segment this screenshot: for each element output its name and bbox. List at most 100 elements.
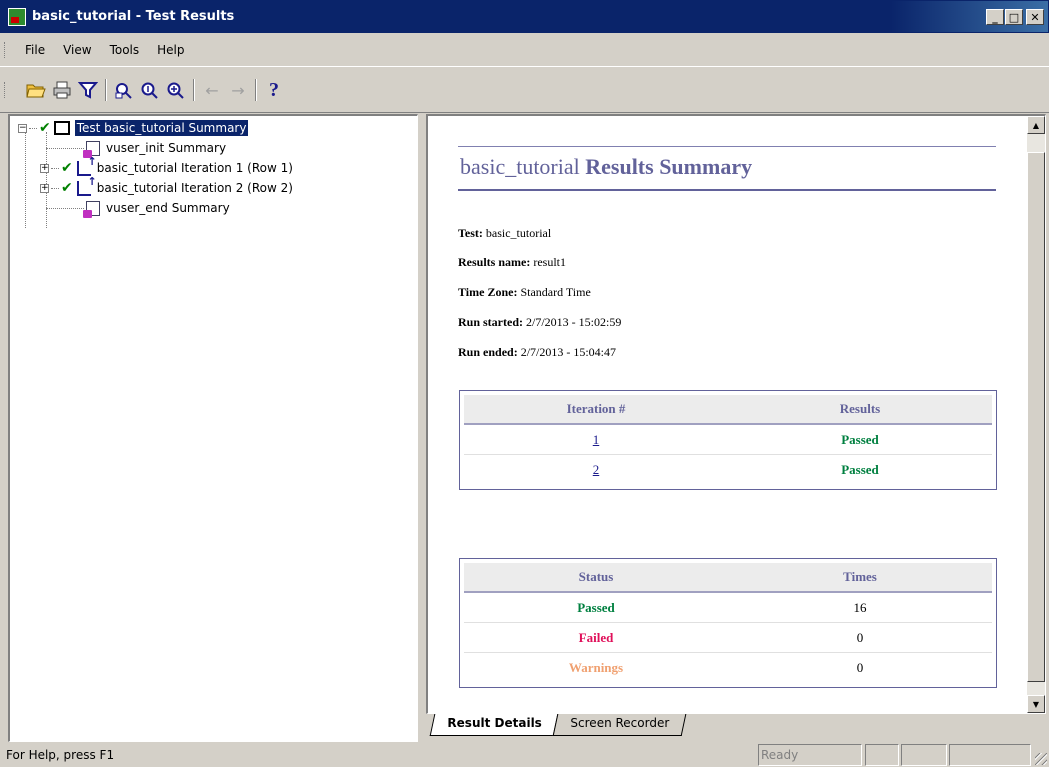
status-count: 16 [853, 599, 867, 615]
title-bar[interactable]: basic_tutorial - Test Results _ □ ✕ [0, 0, 1049, 33]
info-time-zone: Time Zone: Standard Time [458, 285, 591, 300]
toolbar-separator [255, 79, 257, 101]
table-row: Passed 16 [464, 593, 992, 623]
tree-node-iteration-1[interactable]: + ✔ basic_tutorial Iteration 1 (Row 1) [40, 155, 293, 178]
test-summary-icon [53, 120, 71, 136]
info-value: 2/7/2013 - 15:02:59 [526, 315, 622, 329]
tab-screen-recorder[interactable]: Screen Recorder [553, 714, 687, 736]
forward-arrow-icon[interactable]: → [226, 78, 250, 102]
zoom-in-icon[interactable] [138, 78, 162, 102]
status-indicator [865, 744, 899, 766]
minimize-button[interactable]: _ [986, 9, 1004, 25]
tab-strip: Result Details Screen Recorder [426, 714, 1046, 740]
menu-file[interactable]: File [16, 43, 54, 57]
info-results-name: Results name: result1 [458, 255, 566, 270]
table-row: 1 Passed [464, 425, 992, 455]
scroll-thumb[interactable] [1027, 152, 1045, 682]
tree-connector [25, 132, 26, 228]
results-summary-report: basic_tutorial Results Summary Test: bas… [428, 116, 1026, 713]
iterations-table: Iteration # Results 1 Passed 2 Passed [459, 390, 997, 490]
tab-result-details[interactable]: Result Details [429, 714, 559, 736]
iteration-result: Passed [841, 462, 879, 477]
app-icon [8, 7, 26, 26]
tab-label: Result Details [447, 716, 542, 730]
back-arrow-icon[interactable]: ← [200, 78, 224, 102]
info-value: 2/7/2013 - 15:04:47 [520, 345, 617, 359]
scroll-up-button[interactable]: ▲ [1027, 116, 1045, 134]
status-warnings: Warnings [568, 660, 624, 675]
iteration-1-link[interactable]: 1 [593, 432, 600, 447]
tree-connector [46, 147, 84, 149]
tree-connector [51, 187, 59, 189]
status-indicator [901, 744, 947, 766]
menu-bar: File View Tools Help [0, 33, 1049, 67]
menu-help[interactable]: Help [148, 43, 193, 57]
tree-connector [29, 127, 37, 129]
report-title: basic_tutorial Results Summary [460, 154, 752, 180]
tree-root-label: Test basic_tutorial Summary [73, 119, 250, 137]
tree-pane[interactable]: − ✔ Test basic_tutorial Summary vuser_in… [8, 114, 418, 742]
info-run-ended: Run ended: 2/7/2013 - 15:04:47 [458, 345, 616, 360]
menu-grip[interactable] [4, 41, 7, 58]
status-state: Ready [758, 744, 862, 766]
passed-check-icon: ✔ [39, 120, 51, 136]
info-label: Test: [458, 226, 483, 240]
close-button[interactable]: ✕ [1026, 9, 1044, 25]
open-folder-icon[interactable] [24, 78, 48, 102]
info-label: Run started: [458, 315, 523, 329]
status-table: Status Times Passed 16 Failed 0 Warnings… [459, 558, 997, 688]
find-icon[interactable] [112, 78, 136, 102]
table-row: Failed 0 [464, 623, 992, 653]
window-title: basic_tutorial - Test Results [32, 9, 235, 24]
collapse-toggle[interactable]: − [18, 123, 27, 133]
tree-node-vuser-end[interactable]: vuser_end Summary [46, 198, 230, 218]
iteration-icon [75, 175, 97, 196]
status-count: 0 [856, 660, 864, 675]
toolbar-separator [105, 79, 107, 101]
table-row: Warnings 0 [464, 653, 992, 683]
info-test: Test: basic_tutorial [458, 226, 551, 241]
report-title-heading: Results Summary [585, 154, 753, 179]
menu-view[interactable]: View [54, 43, 100, 57]
passed-check-icon: ✔ [61, 160, 73, 176]
expand-toggle[interactable]: + [40, 183, 49, 193]
info-value: result1 [533, 255, 566, 269]
tree-node-label: vuser_init Summary [106, 141, 227, 155]
resize-grip[interactable] [1035, 753, 1047, 765]
report-pane[interactable]: basic_tutorial Results Summary Test: bas… [426, 114, 1046, 714]
tree-connector [51, 167, 59, 169]
iteration-result: Passed [841, 431, 879, 447]
info-label: Time Zone: [458, 285, 518, 299]
maximize-button[interactable]: □ [1005, 9, 1023, 25]
tree-root-node[interactable]: − ✔ Test basic_tutorial Summary [18, 118, 250, 138]
table-row: 2 Passed [464, 455, 992, 485]
iteration-2-link[interactable]: 2 [593, 462, 600, 477]
status-failed: Failed [578, 629, 614, 645]
print-icon[interactable] [50, 78, 74, 102]
toolbar-grip[interactable] [4, 82, 7, 98]
tree-node-vuser-init[interactable]: vuser_init Summary [46, 138, 226, 158]
divider [458, 146, 996, 147]
filter-icon[interactable] [76, 78, 100, 102]
vertical-scrollbar[interactable]: ▲ ▼ [1027, 116, 1045, 713]
info-value: basic_tutorial [485, 226, 552, 240]
status-help-text: For Help, press F1 [6, 748, 115, 762]
info-value: Standard Time [520, 285, 591, 299]
table-header: Status Times [464, 563, 992, 593]
scroll-down-button[interactable]: ▼ [1027, 695, 1045, 713]
expand-toggle[interactable]: + [40, 163, 49, 173]
action-summary-icon [83, 200, 102, 218]
zoom-out-icon[interactable] [164, 78, 188, 102]
tree-node-iteration-2[interactable]: + ✔ basic_tutorial Iteration 2 (Row 2) [40, 175, 293, 198]
column-header: Status [578, 569, 614, 584]
tree-node-label: vuser_end Summary [106, 201, 230, 215]
status-passed: Passed [577, 599, 615, 615]
menu-tools[interactable]: Tools [101, 43, 149, 57]
toolbar: ← → ? [0, 68, 1049, 113]
info-label: Results name: [458, 255, 531, 269]
help-icon[interactable]: ? [262, 78, 286, 102]
passed-check-icon: ✔ [61, 180, 73, 196]
info-run-started: Run started: 2/7/2013 - 15:02:59 [458, 315, 621, 330]
status-count: 0 [856, 629, 864, 645]
divider [458, 189, 996, 191]
